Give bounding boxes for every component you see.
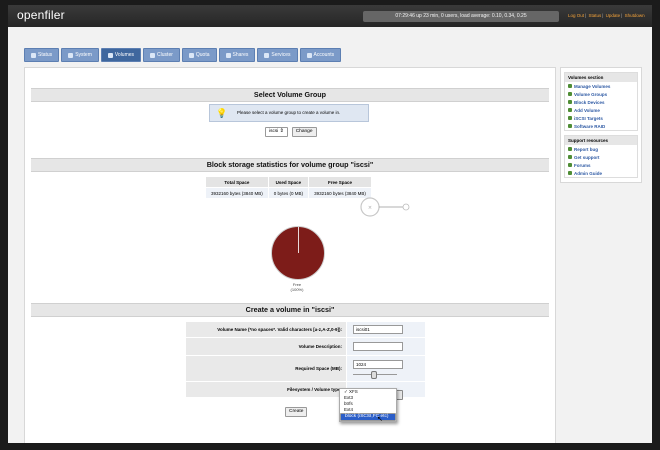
tab-accounts[interactable]: Accounts xyxy=(299,48,342,62)
tab-shares[interactable]: Shares xyxy=(218,48,256,62)
openfiler-logo: openfiler xyxy=(17,8,65,22)
lightbulb-icon: 💡 xyxy=(216,108,228,118)
volume-name-label: Volume Name (*no spaces*. Valid characte… xyxy=(185,321,347,338)
sidebar-item-block-devices[interactable]: Block Devices xyxy=(565,98,637,106)
bug-icon xyxy=(568,147,572,151)
cluster-icon xyxy=(150,52,156,58)
logout-link[interactable]: Log Out xyxy=(568,13,584,18)
create-button[interactable]: Create xyxy=(285,407,308,417)
tab-services[interactable]: Services xyxy=(257,48,298,62)
stats-title: Block storage statistics for volume grou… xyxy=(31,158,549,172)
uptime-status: 07:29:46 up 23 min, 0 users, load averag… xyxy=(363,11,559,22)
required-space-input[interactable]: 1024 xyxy=(353,360,403,369)
slider-handle[interactable] xyxy=(371,371,377,379)
sidebar-item-iscsi-targets[interactable]: iSCSI Targets xyxy=(565,114,637,122)
required-space-label: Required Space (MB): xyxy=(185,355,347,382)
vg-select-row: iscsi ⇕ Change xyxy=(265,127,317,137)
space-pie-chart xyxy=(271,226,325,280)
sidebar-item-admin-guide[interactable]: Admin Guide xyxy=(565,169,637,177)
status-icon xyxy=(31,52,36,58)
tab-volumes[interactable]: Volumes xyxy=(100,48,142,62)
space-slider[interactable] xyxy=(353,371,397,379)
volume-name-input[interactable]: iscsi01 xyxy=(353,325,403,334)
sidebar-item-volume-groups[interactable]: Volume Groups xyxy=(565,90,637,98)
info-text: Please select a volume group to create a… xyxy=(237,110,341,115)
sidebar-item-report-bug[interactable]: Report bug xyxy=(565,145,637,153)
change-button[interactable]: Change xyxy=(291,127,317,137)
pie-label: Free (100%) xyxy=(290,282,304,292)
add-volume-icon xyxy=(568,108,572,112)
dropdown-option-block[interactable]: block (iSCSI,FC,etc) xyxy=(340,413,396,421)
table-cell: 0 bytes (0 MB) xyxy=(267,187,310,199)
iscsi-icon xyxy=(568,116,572,120)
volumes-section-box: Volumes section Manage Volumes Volume Gr… xyxy=(564,72,638,131)
block-device-icon xyxy=(568,100,572,104)
guide-icon xyxy=(568,171,572,175)
tab-status[interactable]: Status xyxy=(24,48,60,62)
system-icon xyxy=(68,52,74,58)
create-volume-title: Create a volume in "iscsi" xyxy=(31,303,549,317)
status-link[interactable]: Status xyxy=(588,13,601,18)
forum-icon xyxy=(568,163,572,167)
top-bar: openfiler 07:29:46 up 23 min, 0 users, l… xyxy=(8,5,652,27)
sidebar-item-add-volume[interactable]: Add Volume xyxy=(565,106,637,114)
right-sidebar: Volumes section Manage Volumes Volume Gr… xyxy=(560,67,642,183)
stats-table: Total Space Used Space Free Space 393216… xyxy=(205,176,372,199)
shutdown-link[interactable]: Shutdown xyxy=(625,13,645,18)
table-cell: 3932160 bytes (3840 MB) xyxy=(205,187,269,199)
support-resources-title: Support resources xyxy=(565,136,637,145)
sidebar-item-manage-volumes[interactable]: Manage Volumes xyxy=(565,82,637,90)
svg-text:×: × xyxy=(368,205,372,211)
quota-icon xyxy=(188,52,194,58)
sidebar-item-forums[interactable]: Forums xyxy=(565,161,637,169)
info-box: 💡 Please select a volume group to create… xyxy=(209,104,369,122)
top-links: Log Out| Status| Update| Shutdown xyxy=(568,13,645,18)
main-tabs: Status System Volumes Cluster Quota Shar… xyxy=(24,48,342,62)
raid-icon xyxy=(568,124,572,128)
table-header: Free Space xyxy=(308,176,372,188)
update-link[interactable]: Update xyxy=(606,13,621,18)
sidebar-item-software-raid[interactable]: Software RAID xyxy=(565,122,637,130)
volume-description-label: Volume Description: xyxy=(185,337,347,356)
zoom-callout: × xyxy=(360,197,410,217)
main-content: Select Volume Group 💡 Please select a vo… xyxy=(24,67,556,443)
support-icon xyxy=(568,155,572,159)
services-icon xyxy=(264,52,270,58)
tab-system[interactable]: System xyxy=(61,48,99,62)
browser-frame: openfiler 07:29:46 up 23 min, 0 users, l… xyxy=(8,5,652,443)
table-header: Used Space xyxy=(267,176,310,188)
volume-group-icon xyxy=(568,92,572,96)
volume-group-select[interactable]: iscsi ⇕ xyxy=(265,127,288,137)
filesystem-type-label: Filesystem / Volume type: xyxy=(185,381,347,398)
table-row: 3932160 bytes (3840 MB) 0 bytes (0 MB) 3… xyxy=(205,187,372,199)
volumes-section-title: Volumes section xyxy=(565,73,637,82)
create-volume-form: Volume Name (*no spaces*. Valid characte… xyxy=(185,321,426,398)
select-vg-title: Select Volume Group xyxy=(31,88,549,102)
tab-quota[interactable]: Quota xyxy=(181,48,217,62)
filesystem-dropdown[interactable]: ✓ XFS Ext3 btrfs Ext4 block (iSCSI,FC,et… xyxy=(339,388,397,422)
mouse-cursor-icon: ↖ xyxy=(377,416,383,423)
support-resources-box: Support resources Report bug Get support… xyxy=(564,135,638,178)
volume-icon xyxy=(568,84,572,88)
accounts-icon xyxy=(306,52,312,58)
shares-icon xyxy=(225,52,231,58)
table-header: Total Space xyxy=(205,176,269,188)
sidebar-item-get-support[interactable]: Get support xyxy=(565,153,637,161)
volumes-icon xyxy=(107,52,113,58)
volume-description-input[interactable] xyxy=(353,342,403,351)
tab-cluster[interactable]: Cluster xyxy=(143,48,180,62)
